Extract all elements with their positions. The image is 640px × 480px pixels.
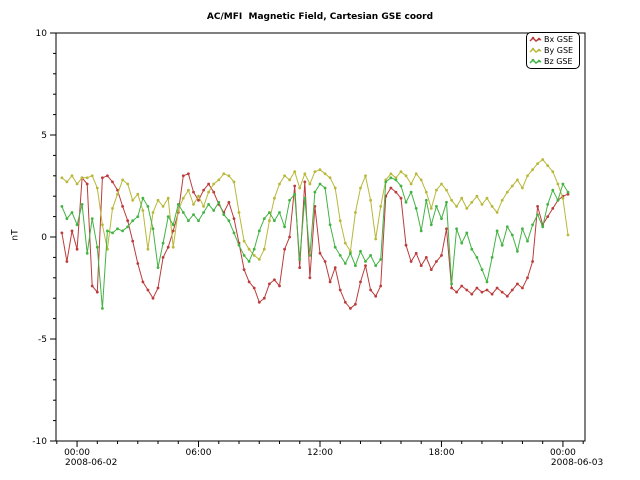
x-tick-label: 18:00	[428, 448, 454, 458]
legend-item-label: Bx GSE	[544, 34, 573, 45]
by-line-sample-icon	[529, 46, 542, 55]
legend: Bx GSE By GSE Bz GSE	[526, 32, 580, 69]
legend-item: Bz GSE	[529, 56, 579, 67]
y-tick-label: 0	[41, 233, 47, 243]
y-tick-label: -5	[38, 335, 47, 345]
x-date-label: 2008-06-03	[551, 458, 603, 468]
legend-item: By GSE	[529, 45, 579, 56]
y-tick-label: 10	[36, 29, 48, 39]
y-tick-label: -10	[32, 437, 47, 447]
axes	[50, 33, 585, 447]
x-tick-label: 00:00	[64, 448, 90, 458]
x-tick-label: 12:00	[307, 448, 333, 458]
legend-item-label: By GSE	[544, 45, 573, 56]
plot-window: AC/MFI Magnetic Field, Cartesian GSE coo…	[0, 0, 640, 480]
legend-item-label: Bz GSE	[544, 56, 573, 67]
chart-svg: 1050-5-1000:002008-06-0206:0012:0018:000…	[0, 0, 640, 480]
bz-line-sample-icon	[529, 57, 542, 66]
y-tick-label: 5	[41, 131, 47, 141]
x-tick-label: 00:00	[550, 448, 576, 458]
bx-line-sample-icon	[529, 35, 542, 44]
legend-item: Bx GSE	[529, 34, 579, 45]
series-bz-gse	[61, 176, 570, 309]
x-date-label: 2008-06-02	[65, 458, 117, 468]
x-tick-label: 06:00	[186, 448, 212, 458]
